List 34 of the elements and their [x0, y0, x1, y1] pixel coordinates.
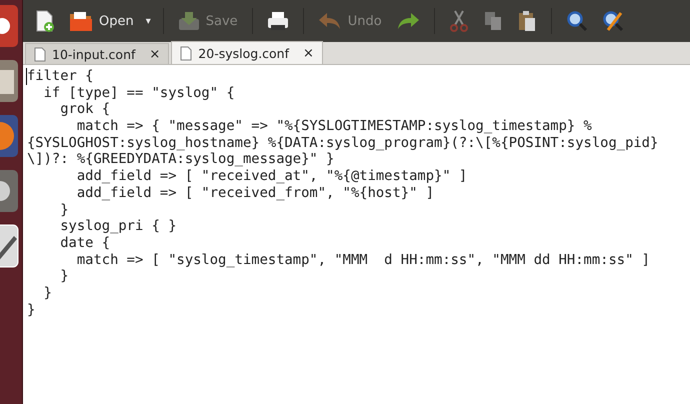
document-icon — [34, 46, 46, 62]
code-line: syslog_pri { } — [59, 218, 178, 235]
code-line: grok { — [59, 101, 112, 118]
code-line: date { — [59, 234, 112, 252]
code-line: } — [59, 268, 70, 285]
code-line: filter { — [26, 68, 690, 85]
copy-icon — [482, 10, 503, 32]
close-tab-button[interactable]: × — [149, 46, 160, 62]
printer-icon — [266, 10, 289, 32]
code-line: match => { "message" => "%{SYSLOGTIMESTAMP:syslog_timestamp} % — [76, 118, 593, 135]
code-line: } — [27, 302, 36, 318]
code-line: {SYSLOGHOST:syslog_hostname} %{DATA:syslog_program}(?:\[%{POSINT:syslog_pid} — [27, 134, 660, 152]
code-line: add_field => [ "received_from", "%{host}" ] — [76, 184, 436, 202]
redo-arrow-icon — [396, 11, 420, 31]
close-tab-button[interactable]: × — [303, 46, 314, 60]
document-icon — [180, 46, 192, 60]
open-button[interactable]: Open — [65, 7, 138, 35]
find-replace-icon — [602, 10, 624, 32]
paste-icon — [516, 10, 537, 32]
code-line: add_field => [ "received_at", "%{@timestamp}" ] — [76, 168, 468, 185]
search-icon — [566, 10, 588, 32]
new-file-icon — [35, 10, 55, 32]
dropdown-button[interactable]: ▾ — [144, 12, 153, 30]
file-tab[interactable]: 10-input.conf × — [25, 43, 170, 64]
code-line: } — [42, 284, 53, 302]
code-line: match => [ "syslog_timestamp", "MMM d HH:mm:ss", "MMM dd HH:mm:ss" ] — [76, 252, 651, 268]
code-line: \])?: %{GREEDYDATA:syslog_message}" } — [27, 151, 336, 168]
code-line: } — [59, 202, 70, 218]
code-line: if [type] == "syslog" { — [42, 84, 236, 102]
save-icon — [178, 10, 200, 32]
undo-arrow-icon — [318, 11, 342, 31]
file-tab[interactable]: 20-syslog.conf × — [171, 41, 323, 64]
scissors-icon — [448, 10, 469, 32]
folder-icon — [69, 10, 93, 32]
